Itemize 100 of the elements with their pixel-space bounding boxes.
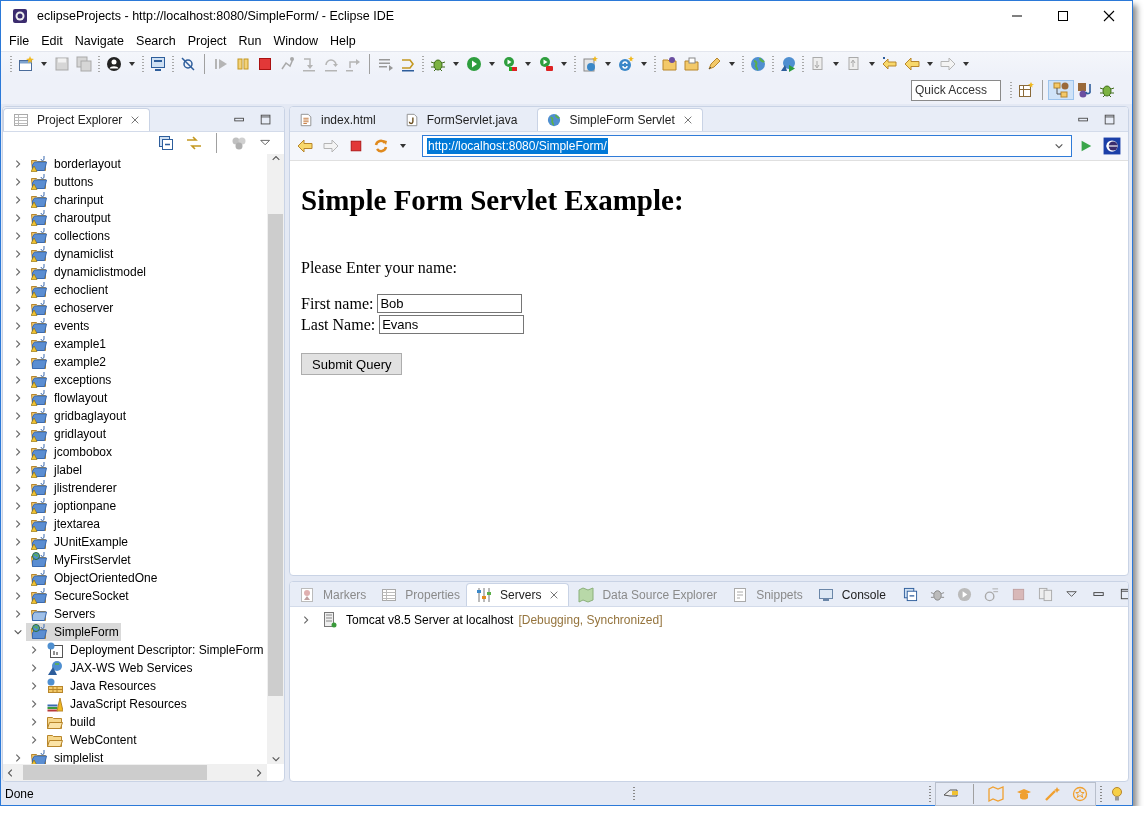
chevron-icon[interactable] bbox=[13, 195, 23, 205]
chevron-icon[interactable] bbox=[13, 231, 23, 241]
tree-item[interactable]: jtextarea bbox=[26, 515, 103, 533]
open-folder-icon[interactable] bbox=[684, 56, 700, 72]
chevron-icon[interactable] bbox=[13, 501, 23, 511]
tree-item[interactable]: build bbox=[42, 713, 98, 731]
debug-icon[interactable] bbox=[929, 587, 945, 602]
tree-item[interactable]: ObjectOrientedOne bbox=[26, 569, 160, 587]
scroll-right-icon[interactable] bbox=[254, 767, 264, 778]
chevron-icon[interactable] bbox=[29, 681, 39, 691]
menu-item[interactable]: File bbox=[3, 34, 36, 48]
chevron-icon[interactable] bbox=[13, 159, 23, 169]
person-icon[interactable] bbox=[106, 56, 122, 72]
monitor-icon[interactable] bbox=[150, 56, 166, 72]
new-file-icon[interactable] bbox=[18, 56, 34, 72]
chevron-icon[interactable] bbox=[13, 483, 23, 493]
caret-icon[interactable] bbox=[560, 60, 568, 68]
step-filter-icon[interactable] bbox=[400, 56, 416, 72]
chevron-icon[interactable] bbox=[29, 663, 39, 673]
last-edit-icon[interactable] bbox=[882, 56, 898, 72]
chevron-icon[interactable] bbox=[29, 699, 39, 709]
chevron-icon[interactable] bbox=[13, 447, 23, 457]
pen-icon[interactable] bbox=[706, 56, 722, 72]
open-project-icon[interactable] bbox=[662, 56, 678, 72]
tree-item[interactable]: collections bbox=[26, 227, 113, 245]
caret-icon[interactable] bbox=[452, 60, 460, 68]
view-tab[interactable]: Project Explorer bbox=[3, 108, 151, 131]
caret-icon[interactable] bbox=[128, 60, 136, 68]
coverage-icon[interactable] bbox=[502, 56, 518, 72]
caret-icon[interactable] bbox=[962, 60, 970, 68]
chevron-icon[interactable] bbox=[13, 267, 23, 277]
tree-item[interactable]: JAX-WS Web Services bbox=[42, 659, 195, 677]
chevron-icon[interactable] bbox=[13, 627, 23, 637]
tree-item[interactable]: joptionpane bbox=[26, 497, 119, 515]
caret-icon[interactable] bbox=[728, 60, 736, 68]
chevron-icon[interactable] bbox=[13, 429, 23, 439]
tree-item[interactable]: buttons bbox=[26, 173, 96, 191]
tree-item[interactable]: charoutput bbox=[26, 209, 113, 227]
chevron-icon[interactable] bbox=[13, 753, 23, 763]
run-icon[interactable] bbox=[466, 56, 482, 72]
tree-item[interactable]: charinput bbox=[26, 191, 106, 209]
caret-icon[interactable] bbox=[40, 60, 48, 68]
tree-item[interactable]: echoserver bbox=[26, 299, 116, 317]
server-name[interactable]: Tomcat v8.5 Server at localhost bbox=[346, 613, 514, 627]
editor-tab[interactable]: index.html bbox=[290, 108, 382, 131]
tree-item[interactable]: example2 bbox=[26, 353, 109, 371]
tree-item[interactable]: WebContent bbox=[42, 731, 139, 749]
start-icon[interactable] bbox=[956, 587, 972, 602]
editor-tab[interactable]: SimpleForm Servlet bbox=[537, 108, 703, 131]
skip-breakpoints-icon[interactable] bbox=[180, 56, 196, 72]
input-field[interactable]: Bob bbox=[377, 294, 523, 313]
java-perspective-icon[interactable] bbox=[1077, 82, 1093, 98]
chevron-icon[interactable] bbox=[13, 213, 23, 223]
refresh-icon[interactable] bbox=[373, 138, 389, 154]
chevron-icon[interactable] bbox=[13, 375, 23, 385]
menu-item[interactable]: Help bbox=[323, 34, 362, 48]
perspective-icon[interactable] bbox=[1053, 82, 1069, 98]
open-perspective-icon[interactable] bbox=[1018, 82, 1034, 98]
caret-icon[interactable] bbox=[399, 142, 407, 150]
tree-item[interactable]: borderlayout bbox=[26, 155, 123, 173]
previous-annotation-icon[interactable] bbox=[846, 56, 862, 72]
chevron-icon[interactable] bbox=[13, 177, 23, 187]
tree-item[interactable]: Java Resources bbox=[42, 677, 159, 695]
tree-item[interactable]: SimpleForm bbox=[26, 623, 121, 641]
chevron-icon[interactable] bbox=[13, 555, 23, 565]
back-icon[interactable] bbox=[904, 56, 920, 72]
chevron-icon[interactable] bbox=[13, 609, 23, 619]
caret-icon[interactable] bbox=[604, 60, 612, 68]
tree-item[interactable]: example1 bbox=[26, 335, 109, 353]
caret-icon[interactable] bbox=[488, 60, 496, 68]
stop-icon[interactable] bbox=[349, 139, 363, 153]
tree-item[interactable]: Deployment Descriptor: SimpleForm bbox=[42, 641, 266, 659]
chevron-icon[interactable] bbox=[13, 465, 23, 475]
lines-icon[interactable] bbox=[378, 56, 394, 72]
chevron-icon[interactable] bbox=[13, 285, 23, 295]
close-icon[interactable] bbox=[1101, 8, 1117, 24]
back-icon[interactable] bbox=[297, 138, 313, 154]
chevron-icon[interactable] bbox=[29, 645, 39, 655]
submit-button[interactable]: Submit Query bbox=[301, 353, 403, 375]
next-annotation-icon[interactable] bbox=[810, 56, 826, 72]
chevron-icon[interactable] bbox=[13, 591, 23, 601]
bug-icon[interactable] bbox=[430, 56, 446, 72]
chevron-icon[interactable] bbox=[13, 321, 23, 331]
caret-icon[interactable] bbox=[926, 60, 934, 68]
chevron-icon[interactable] bbox=[13, 519, 23, 529]
tree-item[interactable]: gridlayout bbox=[26, 425, 109, 443]
caret-icon[interactable] bbox=[868, 60, 876, 68]
tree-item[interactable]: dynamiclist bbox=[26, 245, 116, 263]
menu-item[interactable]: Search bbox=[130, 34, 182, 48]
tree-item[interactable]: JavaScript Resources bbox=[42, 695, 189, 713]
dropdown-icon[interactable] bbox=[1054, 141, 1064, 151]
view-tab[interactable]: Console bbox=[808, 583, 892, 606]
caret-icon[interactable] bbox=[524, 60, 532, 68]
collapse-all-icon[interactable] bbox=[902, 587, 918, 602]
tree-item[interactable]: jcombobox bbox=[26, 443, 115, 461]
eclipse-icon[interactable] bbox=[1103, 137, 1121, 155]
external-tools-icon[interactable] bbox=[538, 56, 554, 72]
tree-item[interactable]: SecureSocket bbox=[26, 587, 131, 605]
tree-item[interactable]: JUnitExample bbox=[26, 533, 131, 551]
chevron-icon[interactable] bbox=[13, 537, 23, 547]
